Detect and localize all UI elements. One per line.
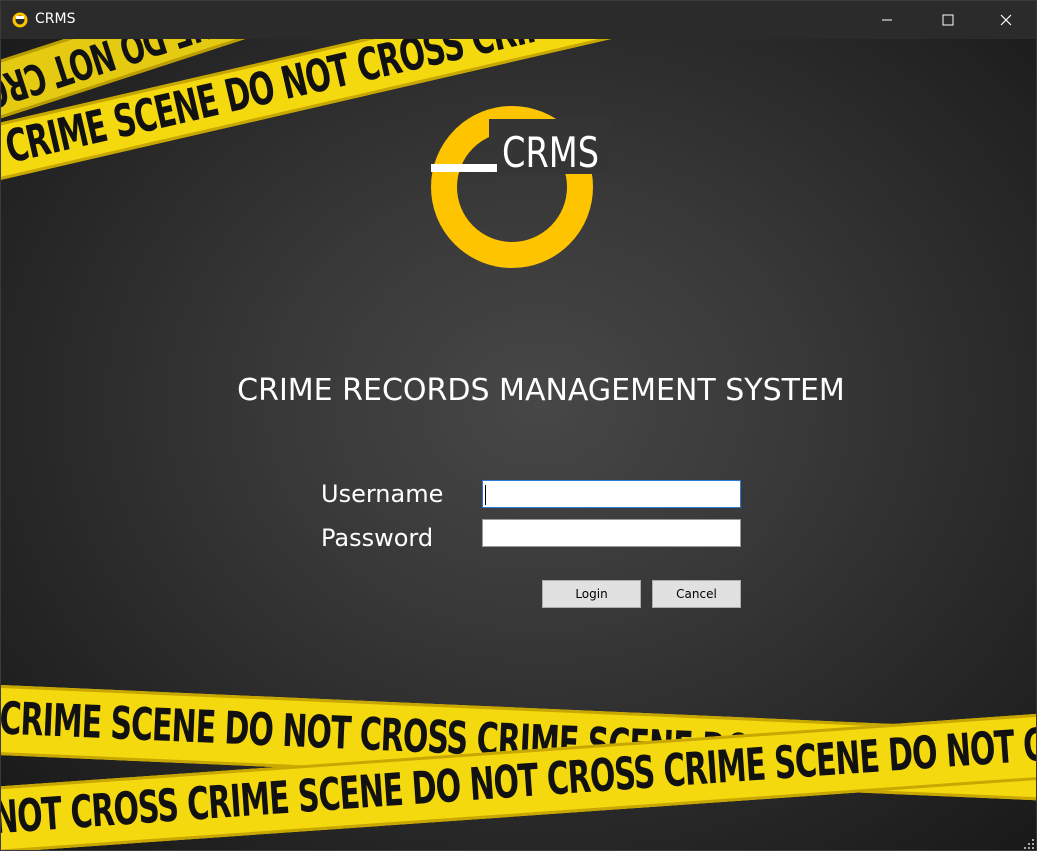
minimize-icon bbox=[882, 19, 892, 21]
title-bar[interactable]: CRMS bbox=[1, 1, 1036, 39]
window-title: CRMS bbox=[35, 11, 76, 27]
minimize-button[interactable] bbox=[858, 1, 916, 39]
username-label: Username bbox=[321, 480, 444, 508]
crms-logo: CRMS bbox=[431, 106, 609, 268]
app-logo-icon bbox=[12, 12, 28, 28]
password-label: Password bbox=[321, 524, 434, 552]
password-input[interactable] bbox=[482, 519, 741, 547]
close-button[interactable] bbox=[977, 1, 1035, 39]
resize-grip-icon[interactable] bbox=[1024, 839, 1034, 849]
text-caret bbox=[485, 485, 486, 505]
maximize-button[interactable] bbox=[919, 1, 977, 39]
login-panel: CRIME SCENE DO NOT CROSS CRIME SCENE DO … bbox=[1, 39, 1036, 850]
app-window: CRMS CRIME SCENE DO NOT CROSS CRIME SCEN… bbox=[0, 0, 1037, 851]
username-input[interactable] bbox=[482, 480, 741, 508]
page-title: CRIME RECORDS MANAGEMENT SYSTEM bbox=[237, 373, 845, 408]
cancel-button[interactable]: Cancel bbox=[652, 580, 741, 608]
logo-text: CRMS bbox=[502, 128, 599, 177]
login-button[interactable]: Login bbox=[542, 580, 641, 608]
maximize-icon bbox=[942, 14, 954, 26]
close-icon bbox=[1000, 14, 1012, 26]
